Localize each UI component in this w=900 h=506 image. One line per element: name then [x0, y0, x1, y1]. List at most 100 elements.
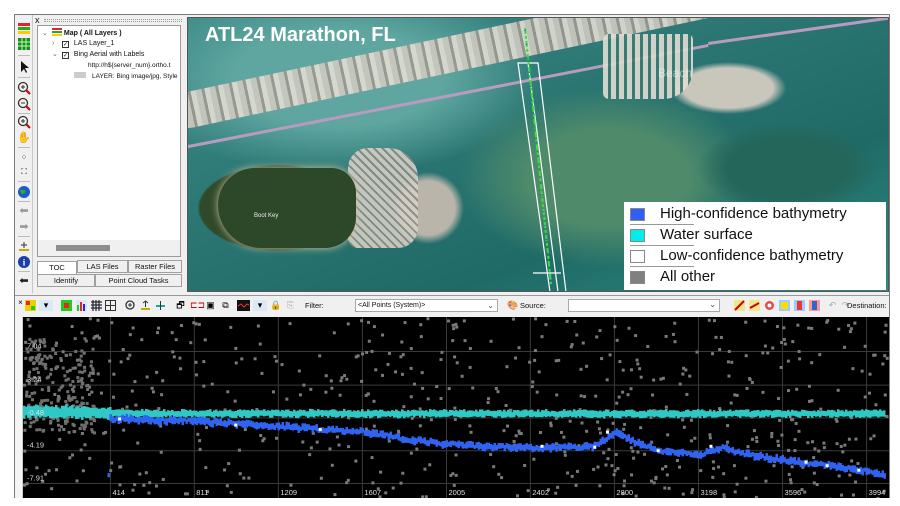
point-all-other: [787, 472, 791, 476]
layer-checkbox[interactable]: ✓: [61, 52, 69, 59]
classify-icon[interactable]: [61, 300, 72, 311]
point-all-other: [340, 376, 344, 380]
point-all-other: [562, 435, 566, 439]
point-low-confidence: [540, 444, 544, 448]
classify-lasso-icon[interactable]: [764, 300, 775, 311]
tab-point-cloud-tasks[interactable]: Point Cloud Tasks: [95, 274, 182, 287]
layer-checkbox[interactable]: ✓: [61, 41, 69, 48]
pipe-icon[interactable]: ⊏⊐: [190, 300, 205, 311]
point-all-other: [128, 333, 132, 337]
waveform-dropdown-icon[interactable]: ▾: [253, 300, 267, 311]
table-icon[interactable]: [17, 37, 31, 51]
zoom-in-icon[interactable]: [17, 81, 31, 95]
point-all-other: [409, 451, 413, 455]
point-all-other: [43, 340, 47, 344]
point-all-other: [649, 415, 653, 419]
zoom-out-icon[interactable]: [17, 97, 31, 111]
expand-icon[interactable]: ›: [52, 39, 60, 49]
collapse-icon[interactable]: ⌄: [42, 29, 50, 39]
point-all-other: [68, 398, 72, 402]
classify-points-icon[interactable]: [734, 300, 745, 311]
point-all-other: [38, 353, 42, 357]
classify-line-icon[interactable]: [749, 300, 760, 311]
point-all-other: [372, 325, 376, 329]
globe-icon[interactable]: [17, 185, 31, 199]
tab-las-files[interactable]: LAS Files: [77, 260, 128, 273]
chevron-down-icon[interactable]: ⌄: [487, 300, 494, 311]
zoom-window-icon[interactable]: [17, 115, 31, 129]
point-all-other: [26, 350, 30, 354]
point-all-other: [409, 347, 413, 351]
point-all-other: [40, 357, 44, 361]
point-all-other: [144, 471, 148, 475]
undo-icon[interactable]: ↶: [827, 300, 838, 311]
point-all-other: [468, 346, 472, 350]
export-icon[interactable]: 🗗: [175, 300, 186, 311]
crosshair-grid-icon[interactable]: [105, 300, 116, 311]
horizontal-scrollbar[interactable]: [38, 240, 180, 256]
point-all-other: [629, 446, 633, 450]
point-all-other: [496, 390, 500, 394]
measure-height-icon[interactable]: [140, 300, 151, 311]
collapse-icon[interactable]: ⌄: [52, 50, 60, 60]
bar-chart-icon[interactable]: [76, 300, 87, 311]
measure-level-icon[interactable]: [155, 300, 166, 311]
pin-icon[interactable]: ⬅: [17, 274, 31, 288]
point-all-other: [424, 495, 428, 498]
point-all-other: [770, 431, 774, 435]
profile-tool-icon[interactable]: [17, 239, 31, 253]
profile-view[interactable]: 7.04 3.24 -0.48 -4.19 -7.91 414 811 1209 1607 200…: [23, 317, 889, 498]
pan-hand-icon[interactable]: ✋: [17, 131, 31, 145]
tree-node-bing-layer[interactable]: ⌄ ✓ Bing Aerial with Labels: [52, 50, 144, 60]
point-all-other: [526, 489, 530, 493]
close-icon[interactable]: x: [35, 15, 43, 25]
waveform-icon[interactable]: [237, 300, 250, 311]
classify-above-icon[interactable]: [794, 300, 805, 311]
panel-grip[interactable]: [44, 19, 182, 22]
point-all-other: [750, 437, 754, 441]
full-extent-icon[interactable]: ⛶: [17, 165, 31, 179]
point-all-other: [157, 326, 161, 330]
tab-toc[interactable]: TOC: [37, 261, 77, 274]
point-all-other: [174, 338, 178, 342]
tab-raster-files[interactable]: Raster Files: [128, 260, 182, 273]
select-arrow-icon[interactable]: [17, 60, 31, 74]
back-arrow-icon[interactable]: ⬅: [17, 204, 31, 218]
point-all-other: [204, 426, 208, 430]
zoom-in-icon[interactable]: [125, 300, 136, 311]
point-all-other: [68, 353, 72, 357]
classify-below-icon[interactable]: [809, 300, 820, 311]
point-all-other: [87, 374, 91, 378]
lock-icon[interactable]: 🔒: [270, 300, 281, 311]
scrollbar-thumb[interactable]: [56, 245, 110, 251]
point-all-other: [112, 395, 116, 399]
point-all-other: [447, 387, 451, 391]
classify-box-icon[interactable]: [779, 300, 790, 311]
color-dropdown-icon[interactable]: ▾: [39, 300, 53, 311]
zoom-extent-icon[interactable]: ⁘: [17, 151, 31, 165]
copy-icon[interactable]: ⧉: [220, 300, 231, 311]
fit-view-icon[interactable]: ▣: [205, 300, 216, 311]
filter-select[interactable]: <All Points (System)> ⌄: [355, 299, 498, 312]
point-all-other: [537, 370, 541, 374]
point-all-other: [126, 357, 130, 361]
point-all-other: [563, 450, 567, 454]
forward-arrow-icon[interactable]: ➡: [17, 220, 31, 234]
point-all-other: [689, 439, 693, 443]
paste-icon[interactable]: ⎘: [285, 300, 296, 311]
tree-node-las-layer[interactable]: › ✓ LAS Layer_1: [52, 39, 114, 49]
point-all-other: [28, 337, 32, 341]
tab-identify[interactable]: Identify: [37, 274, 95, 287]
grid-icon[interactable]: [91, 300, 102, 311]
point-all-other: [148, 481, 152, 485]
color-by-classification-icon[interactable]: [25, 300, 36, 311]
point-all-other: [61, 366, 65, 370]
layers-icon[interactable]: [17, 21, 31, 35]
point-all-other: [592, 467, 596, 471]
tree-node-root[interactable]: ⌄ Map ( All Layers ): [42, 28, 122, 39]
map-view[interactable]: Boot Key Beach ATL24 Marathon, FL High-c…: [187, 17, 889, 292]
source-select[interactable]: ⌄: [568, 299, 720, 312]
chevron-down-icon[interactable]: ⌄: [709, 300, 716, 309]
info-icon[interactable]: i: [17, 255, 31, 269]
point-all-other: [91, 347, 95, 351]
